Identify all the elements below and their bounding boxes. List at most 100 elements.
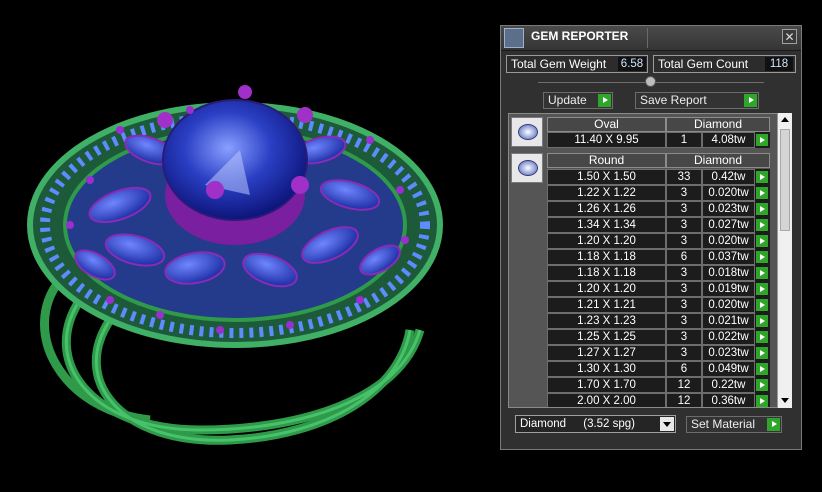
select-gem-arrow-icon[interactable]: [756, 251, 768, 263]
gem-size-cell: 1.27 X 1.27: [547, 345, 666, 361]
set-material-button[interactable]: Set Material: [686, 416, 782, 433]
gem-weight-cell: 0.023tw: [702, 201, 755, 217]
table-row[interactable]: 1.30 X 1.30 6 0.049tw: [547, 361, 770, 377]
table-row[interactable]: 1.18 X 1.18 6 0.037tw: [547, 249, 770, 265]
group-material-header: Diamond: [666, 117, 770, 132]
gem-count-cell: 3: [666, 313, 702, 329]
gem-count-cell: 1: [666, 132, 702, 148]
select-gem-arrow-icon[interactable]: [756, 235, 768, 247]
gem-count-cell: 3: [666, 329, 702, 345]
gem-weight-cell: 0.022tw: [702, 329, 755, 345]
gem-weight-cell: 0.42tw: [702, 169, 755, 185]
select-gem-arrow-icon[interactable]: [756, 315, 768, 327]
divider-slider-handle[interactable]: [645, 76, 656, 87]
chevron-down-icon[interactable]: [660, 417, 674, 431]
gem-size-cell: 1.21 X 1.21: [547, 297, 666, 313]
gem-count-cell: 12: [666, 377, 702, 393]
oval-gem-icon[interactable]: [511, 117, 543, 147]
scroll-up-icon[interactable]: [780, 115, 790, 125]
select-gem-arrow-icon[interactable]: [756, 267, 768, 279]
table-row[interactable]: 2.00 X 2.00 12 0.36tw: [547, 393, 770, 407]
3d-viewport[interactable]: [0, 0, 500, 487]
select-gem-arrow-icon[interactable]: [756, 331, 768, 343]
gem-weight-cell: 0.023tw: [702, 345, 755, 361]
table-row[interactable]: 1.22 X 1.22 3 0.020tw: [547, 185, 770, 201]
title-divider: [647, 28, 648, 48]
group-material-header: Diamond: [666, 153, 770, 168]
gem-size-cell: 1.22 X 1.22: [547, 185, 666, 201]
table-row[interactable]: 1.23 X 1.23 3 0.021tw: [547, 313, 770, 329]
table-row[interactable]: 1.18 X 1.18 3 0.018tw: [547, 265, 770, 281]
table-row[interactable]: 1.20 X 1.20 3 0.020tw: [547, 233, 770, 249]
gem-count-cell: 3: [666, 265, 702, 281]
select-gem-arrow-icon[interactable]: [756, 363, 768, 375]
update-button-label: Update: [548, 93, 587, 107]
gem-weight-cell: 0.019tw: [702, 281, 755, 297]
gem-count-cell: 3: [666, 345, 702, 361]
window-title: GEM REPORTER: [531, 29, 629, 43]
gem-size-cell: 2.00 X 2.00: [547, 393, 666, 407]
select-gem-arrow-icon[interactable]: [756, 379, 768, 391]
gem-weight-cell: 0.36tw: [702, 393, 755, 407]
gem-size-cell: 1.20 X 1.20: [547, 281, 666, 297]
table-row[interactable]: 11.40 X 9.95 1 4.08tw: [547, 132, 770, 148]
gem-count-cell: 6: [666, 361, 702, 377]
select-gem-arrow-icon[interactable]: [756, 219, 768, 231]
set-material-button-label: Set Material: [691, 417, 756, 431]
table-row[interactable]: 1.34 X 1.34 3 0.027tw: [547, 217, 770, 233]
title-bar[interactable]: GEM REPORTER ✕: [501, 26, 801, 51]
gem-weight-cell: 0.020tw: [702, 233, 755, 249]
gem-size-cell: 1.18 X 1.18: [547, 249, 666, 265]
gem-count-cell: 3: [666, 185, 702, 201]
gem-list-scrollbar[interactable]: [777, 113, 792, 408]
scrollbar-thumb[interactable]: [780, 129, 790, 231]
close-icon[interactable]: ✕: [782, 29, 797, 44]
play-arrow-icon: [767, 418, 780, 431]
gem-size-cell: 1.18 X 1.18: [547, 265, 666, 281]
select-gem-arrow-icon[interactable]: [756, 203, 768, 215]
gem-reporter-app-icon: [504, 28, 524, 48]
group-shape-header: Oval: [547, 117, 666, 132]
update-button[interactable]: Update: [543, 92, 613, 109]
select-gem-arrow-icon[interactable]: [756, 395, 768, 407]
play-arrow-icon: [598, 94, 611, 107]
gem-count-cell: 12: [666, 393, 702, 407]
gem-size-cell: 1.20 X 1.20: [547, 233, 666, 249]
gem-size-cell: 1.25 X 1.25: [547, 329, 666, 345]
gem-list: Oval Diamond 11.40 X 9.95 1 4.08tw Round…: [508, 113, 792, 408]
table-row[interactable]: 1.21 X 1.21 3 0.020tw: [547, 297, 770, 313]
select-gem-arrow-icon[interactable]: [756, 283, 768, 295]
total-gem-weight-value: 6.58: [618, 57, 646, 71]
gem-size-cell: 1.34 X 1.34: [547, 217, 666, 233]
table-row[interactable]: 1.26 X 1.26 3 0.023tw: [547, 201, 770, 217]
select-gem-arrow-icon[interactable]: [756, 187, 768, 199]
table-row[interactable]: 1.20 X 1.20 3 0.019tw: [547, 281, 770, 297]
gem-size-cell: 1.30 X 1.30: [547, 361, 666, 377]
gem-weight-cell: 0.020tw: [702, 297, 755, 313]
gem-reporter-panel: GEM REPORTER ✕ Total Gem Weight 6.58 Tot…: [500, 25, 802, 450]
select-gem-arrow-icon[interactable]: [756, 299, 768, 311]
round-gem-icon[interactable]: [511, 153, 543, 183]
gem-weight-cell: 0.049tw: [702, 361, 755, 377]
gem-count-cell: 3: [666, 201, 702, 217]
select-gem-arrow-icon[interactable]: [756, 347, 768, 359]
table-row[interactable]: 1.70 X 1.70 12 0.22tw: [547, 377, 770, 393]
group-shape-header: Round: [547, 153, 666, 168]
material-select[interactable]: Diamond (3.52 spg): [515, 415, 676, 433]
gem-size-cell: 1.50 X 1.50: [547, 169, 666, 185]
gem-size-cell: 1.26 X 1.26: [547, 201, 666, 217]
table-row[interactable]: 1.27 X 1.27 3 0.023tw: [547, 345, 770, 361]
save-report-button[interactable]: Save Report: [635, 92, 759, 109]
gem-weight-cell: 4.08tw: [702, 132, 755, 148]
gem-size-cell: 1.23 X 1.23: [547, 313, 666, 329]
table-row[interactable]: 1.25 X 1.25 3 0.022tw: [547, 329, 770, 345]
select-gem-arrow-icon[interactable]: [756, 134, 768, 146]
gem-weight-cell: 0.22tw: [702, 377, 755, 393]
gem-count-cell: 3: [666, 217, 702, 233]
ring-render: [27, 85, 443, 445]
table-row[interactable]: 1.50 X 1.50 33 0.42tw: [547, 169, 770, 185]
select-gem-arrow-icon[interactable]: [756, 171, 768, 183]
scroll-down-icon[interactable]: [780, 396, 790, 406]
gem-weight-cell: 0.021tw: [702, 313, 755, 329]
save-report-button-label: Save Report: [640, 93, 707, 107]
